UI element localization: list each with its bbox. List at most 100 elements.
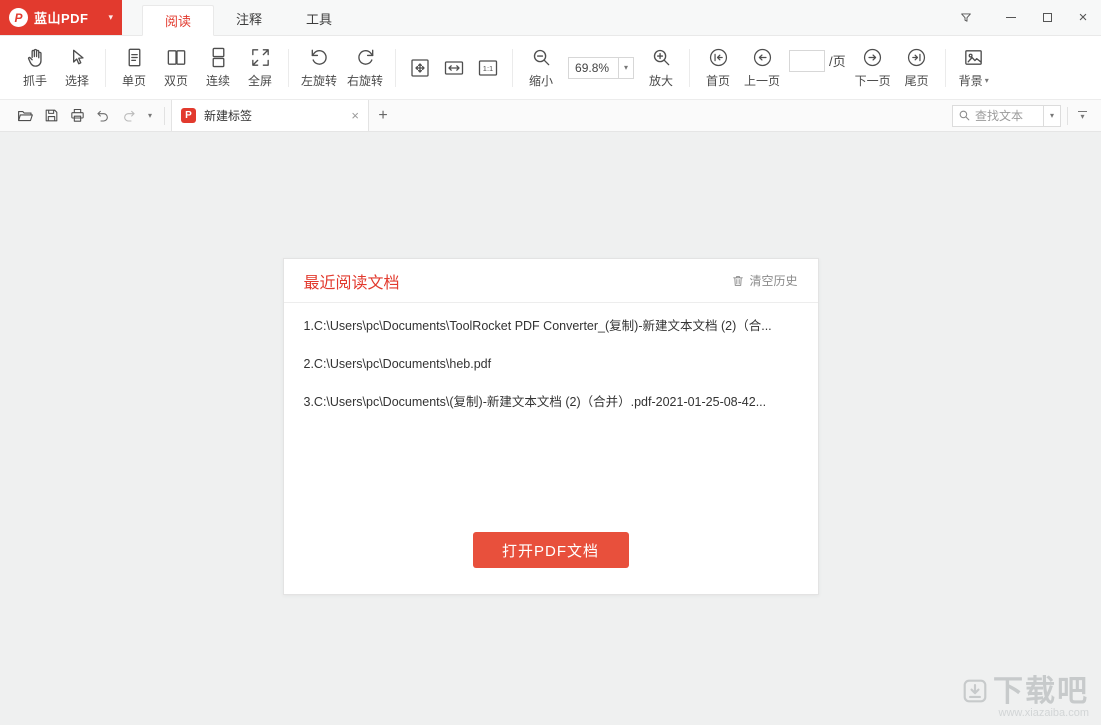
maximize-button[interactable] bbox=[1029, 0, 1065, 35]
prev-page-icon bbox=[751, 46, 774, 69]
recent-file-item[interactable]: 3.C:\Users\pc\Documents\(复制)-新建文本文档 (2)（… bbox=[304, 395, 798, 409]
open-file-button[interactable] bbox=[12, 100, 38, 131]
hand-icon bbox=[24, 46, 47, 69]
single-page-label: 单页 bbox=[122, 72, 146, 89]
double-page-icon bbox=[165, 46, 188, 69]
ribbon-tabs: 阅读 注释 工具 bbox=[142, 0, 354, 35]
document-tab[interactable]: P 新建标签 × bbox=[171, 100, 369, 131]
zoom-in-icon bbox=[650, 46, 673, 69]
recent-file-list: 1.C:\Users\pc\Documents\ToolRocket PDF C… bbox=[284, 303, 818, 409]
zoom-caret-icon[interactable]: ▾ bbox=[618, 58, 633, 78]
clear-history-button[interactable]: 清空历史 bbox=[731, 272, 797, 289]
continuous-pages-icon bbox=[207, 46, 230, 69]
rotate-right-label: 右旋转 bbox=[347, 72, 383, 89]
recent-file-item[interactable]: 2.C:\Users\pc\Documents\heb.pdf bbox=[304, 357, 798, 371]
site-watermark: 下载吧 www.xiazaiba.com bbox=[962, 676, 1089, 720]
continuous-view-button[interactable]: 连续 bbox=[197, 46, 239, 89]
toolbar-separator bbox=[689, 49, 690, 87]
prev-page-label: 上一页 bbox=[744, 72, 780, 89]
recent-panel-title: 最近阅读文档 bbox=[304, 269, 400, 293]
double-page-button[interactable]: 双页 bbox=[155, 46, 197, 89]
single-page-button[interactable]: 单页 bbox=[113, 46, 155, 89]
fit-width-button[interactable] bbox=[437, 56, 471, 80]
fit-width-icon bbox=[442, 56, 466, 80]
recent-file-item[interactable]: 1.C:\Users\pc\Documents\ToolRocket PDF C… bbox=[304, 319, 798, 333]
page-number-input[interactable] bbox=[789, 50, 825, 72]
redo-button[interactable] bbox=[116, 100, 142, 131]
trash-icon bbox=[731, 274, 745, 288]
continuous-view-label: 连续 bbox=[206, 72, 230, 89]
fullscreen-label: 全屏 bbox=[248, 72, 272, 89]
zoom-in-button[interactable]: 放大 bbox=[640, 46, 682, 89]
background-image-icon bbox=[962, 46, 985, 69]
actual-size-button[interactable]: 1:1 bbox=[471, 56, 505, 80]
folder-open-icon bbox=[16, 107, 34, 125]
open-pdf-button[interactable]: 打开PDF文档 bbox=[473, 532, 629, 568]
cursor-icon bbox=[66, 46, 89, 69]
save-button[interactable] bbox=[38, 100, 64, 131]
single-page-icon bbox=[123, 46, 146, 69]
background-label: 背景 bbox=[959, 72, 983, 89]
fullscreen-icon bbox=[249, 46, 272, 69]
recent-documents-panel: 最近阅读文档 清空历史 1.C:\Users\pc\Documents\Tool… bbox=[283, 258, 819, 595]
last-page-button[interactable]: 尾页 bbox=[896, 46, 938, 89]
zoom-out-button[interactable]: 缩小 bbox=[520, 46, 562, 89]
app-menu-caret-icon: ▾ bbox=[108, 12, 113, 23]
document-area: 最近阅读文档 清空历史 1.C:\Users\pc\Documents\Tool… bbox=[0, 132, 1101, 725]
rotate-right-button[interactable]: 右旋转 bbox=[342, 46, 388, 89]
zoom-out-icon bbox=[530, 46, 553, 69]
first-page-button[interactable]: 首页 bbox=[697, 46, 739, 89]
app-logo-icon: P bbox=[9, 8, 28, 27]
select-tool-button[interactable]: 选择 bbox=[56, 46, 98, 89]
pdf-file-icon: P bbox=[181, 108, 196, 123]
tab-read[interactable]: 阅读 bbox=[142, 5, 214, 36]
tab-annotate[interactable]: 注释 bbox=[214, 4, 284, 35]
funnel-icon bbox=[959, 11, 973, 25]
close-tab-icon[interactable]: × bbox=[351, 109, 359, 122]
tabbar-separator bbox=[1067, 107, 1068, 125]
search-input[interactable] bbox=[975, 109, 1037, 123]
double-page-label: 双页 bbox=[164, 72, 188, 89]
zoom-level-combobox[interactable]: 69.8% ▾ bbox=[568, 57, 634, 79]
toolbar-separator bbox=[945, 49, 946, 87]
next-page-label: 下一页 bbox=[855, 72, 891, 89]
prev-page-button[interactable]: 上一页 bbox=[739, 46, 785, 89]
fit-page-icon bbox=[408, 56, 432, 80]
tab-tools[interactable]: 工具 bbox=[284, 4, 354, 35]
new-tab-button[interactable]: + bbox=[369, 100, 397, 131]
find-text-box[interactable] bbox=[952, 105, 1044, 127]
search-options-caret[interactable]: ▾ bbox=[1044, 105, 1061, 127]
clear-history-label: 清空历史 bbox=[749, 272, 797, 289]
page-suffix-label: /页 bbox=[829, 51, 846, 70]
select-tool-label: 选择 bbox=[65, 72, 89, 89]
hand-tool-button[interactable]: 抓手 bbox=[14, 46, 56, 89]
fullscreen-button[interactable]: 全屏 bbox=[239, 46, 281, 89]
download-arrow-icon bbox=[962, 678, 988, 704]
background-button[interactable]: 背景 ▾ bbox=[953, 46, 995, 89]
first-page-label: 首页 bbox=[706, 72, 730, 89]
print-button[interactable] bbox=[64, 100, 90, 131]
rotate-left-label: 左旋转 bbox=[301, 72, 337, 89]
app-logo-button[interactable]: P 蓝山PDF ▾ bbox=[0, 0, 122, 35]
one-to-one-icon: 1:1 bbox=[476, 56, 500, 80]
undo-button[interactable] bbox=[90, 100, 116, 131]
window-controls: × bbox=[945, 0, 1101, 35]
collapse-toolbar-button[interactable]: ▾ bbox=[1074, 111, 1091, 120]
redo-icon bbox=[121, 108, 137, 124]
close-window-button[interactable]: × bbox=[1065, 0, 1101, 35]
rotate-left-button[interactable]: 左旋转 bbox=[296, 46, 342, 89]
more-actions-caret[interactable]: ▾ bbox=[142, 100, 158, 131]
recent-panel-header: 最近阅读文档 清空历史 bbox=[284, 259, 818, 303]
fit-page-button[interactable] bbox=[403, 56, 437, 80]
minimize-icon bbox=[1006, 17, 1016, 18]
next-page-button[interactable]: 下一页 bbox=[850, 46, 896, 89]
zoom-level-value: 69.8% bbox=[569, 58, 618, 78]
last-page-label: 尾页 bbox=[905, 72, 929, 89]
next-page-icon bbox=[861, 46, 884, 69]
first-page-icon bbox=[707, 46, 730, 69]
rotate-left-icon bbox=[308, 46, 331, 69]
collapse-caret-icon: ▾ bbox=[1080, 113, 1084, 120]
minimize-button[interactable] bbox=[993, 0, 1029, 35]
toolbar-separator bbox=[105, 49, 106, 87]
filter-menu-button[interactable] bbox=[945, 0, 987, 35]
